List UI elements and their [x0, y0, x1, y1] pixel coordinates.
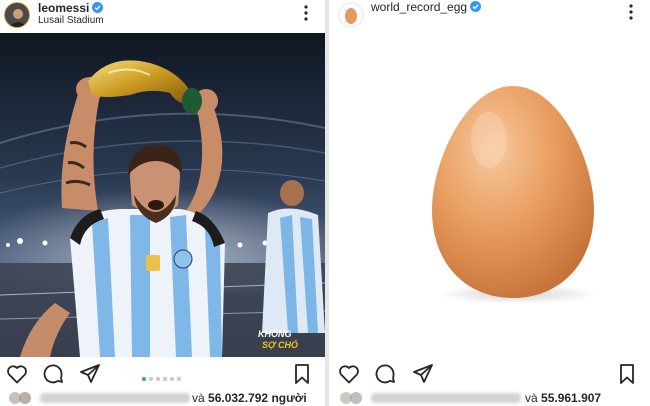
comment-icon[interactable] — [373, 362, 397, 386]
likes-prefix: và — [525, 391, 538, 405]
username-text[interactable]: world_record_egg — [371, 0, 467, 14]
likes-row: và 55.961.907 — [329, 391, 650, 406]
heart-icon[interactable] — [5, 362, 29, 386]
carousel-dot — [177, 377, 181, 381]
username[interactable]: leomessi — [38, 1, 104, 15]
likes-count-text[interactable]: và 55.961.907 — [525, 391, 601, 405]
action-bar — [0, 362, 325, 388]
post-photo[interactable] — [329, 30, 650, 360]
more-options-icon[interactable] — [625, 2, 637, 24]
liker-avatars — [340, 392, 362, 404]
carousel-dot — [170, 377, 174, 381]
liker-avatars — [9, 392, 31, 404]
location-link[interactable]: Lusail Stadium — [38, 15, 104, 26]
comment-icon[interactable] — [41, 362, 65, 386]
blurred-liker-name — [40, 393, 190, 403]
heart-icon[interactable] — [337, 362, 361, 386]
likes-prefix: và — [192, 391, 205, 405]
carousel-dot — [142, 377, 146, 381]
likes-count: 56.032.792 — [208, 391, 269, 405]
more-options-icon[interactable] — [300, 2, 312, 24]
photo-messi-world-cup: KHÔNG SỢ CHÓ — [0, 33, 325, 357]
avatar[interactable] — [4, 2, 30, 28]
post-header: world_record_egg — [329, 0, 650, 32]
post-header: leomessi Lusail Stadium — [0, 0, 325, 32]
post-world-record-egg: world_record_egg và 55.961.907 — [329, 0, 650, 406]
share-icon[interactable] — [78, 362, 102, 386]
watermark-line-1: KHÔNG — [258, 328, 292, 339]
likes-count: 55.961.907 — [541, 391, 602, 405]
watermark-line-2: SỢ CHÓ — [262, 339, 298, 350]
username[interactable]: world_record_egg — [371, 0, 482, 14]
carousel-dot — [163, 377, 167, 381]
post-leomessi: leomessi Lusail Stadium KHÔNG SỢ CHÓ và … — [0, 0, 325, 406]
carousel-indicator — [142, 368, 184, 381]
likes-suffix: người — [271, 391, 307, 405]
bookmark-icon[interactable] — [615, 362, 639, 386]
likes-count-text[interactable]: và 56.032.792 người — [192, 391, 307, 405]
photo-egg — [329, 30, 650, 360]
likes-row: và 56.032.792 người — [0, 391, 325, 406]
share-icon[interactable] — [411, 362, 435, 386]
carousel-dot — [149, 377, 153, 381]
verified-badge-icon — [470, 1, 482, 12]
carousel-dot — [156, 377, 160, 381]
post-photo[interactable]: KHÔNG SỢ CHÓ — [0, 33, 325, 357]
verified-badge-icon — [92, 2, 104, 13]
action-bar — [329, 362, 650, 388]
blurred-liker-name — [371, 393, 521, 403]
avatar[interactable] — [338, 2, 364, 28]
bookmark-icon[interactable] — [290, 362, 314, 386]
username-text[interactable]: leomessi — [38, 1, 89, 15]
